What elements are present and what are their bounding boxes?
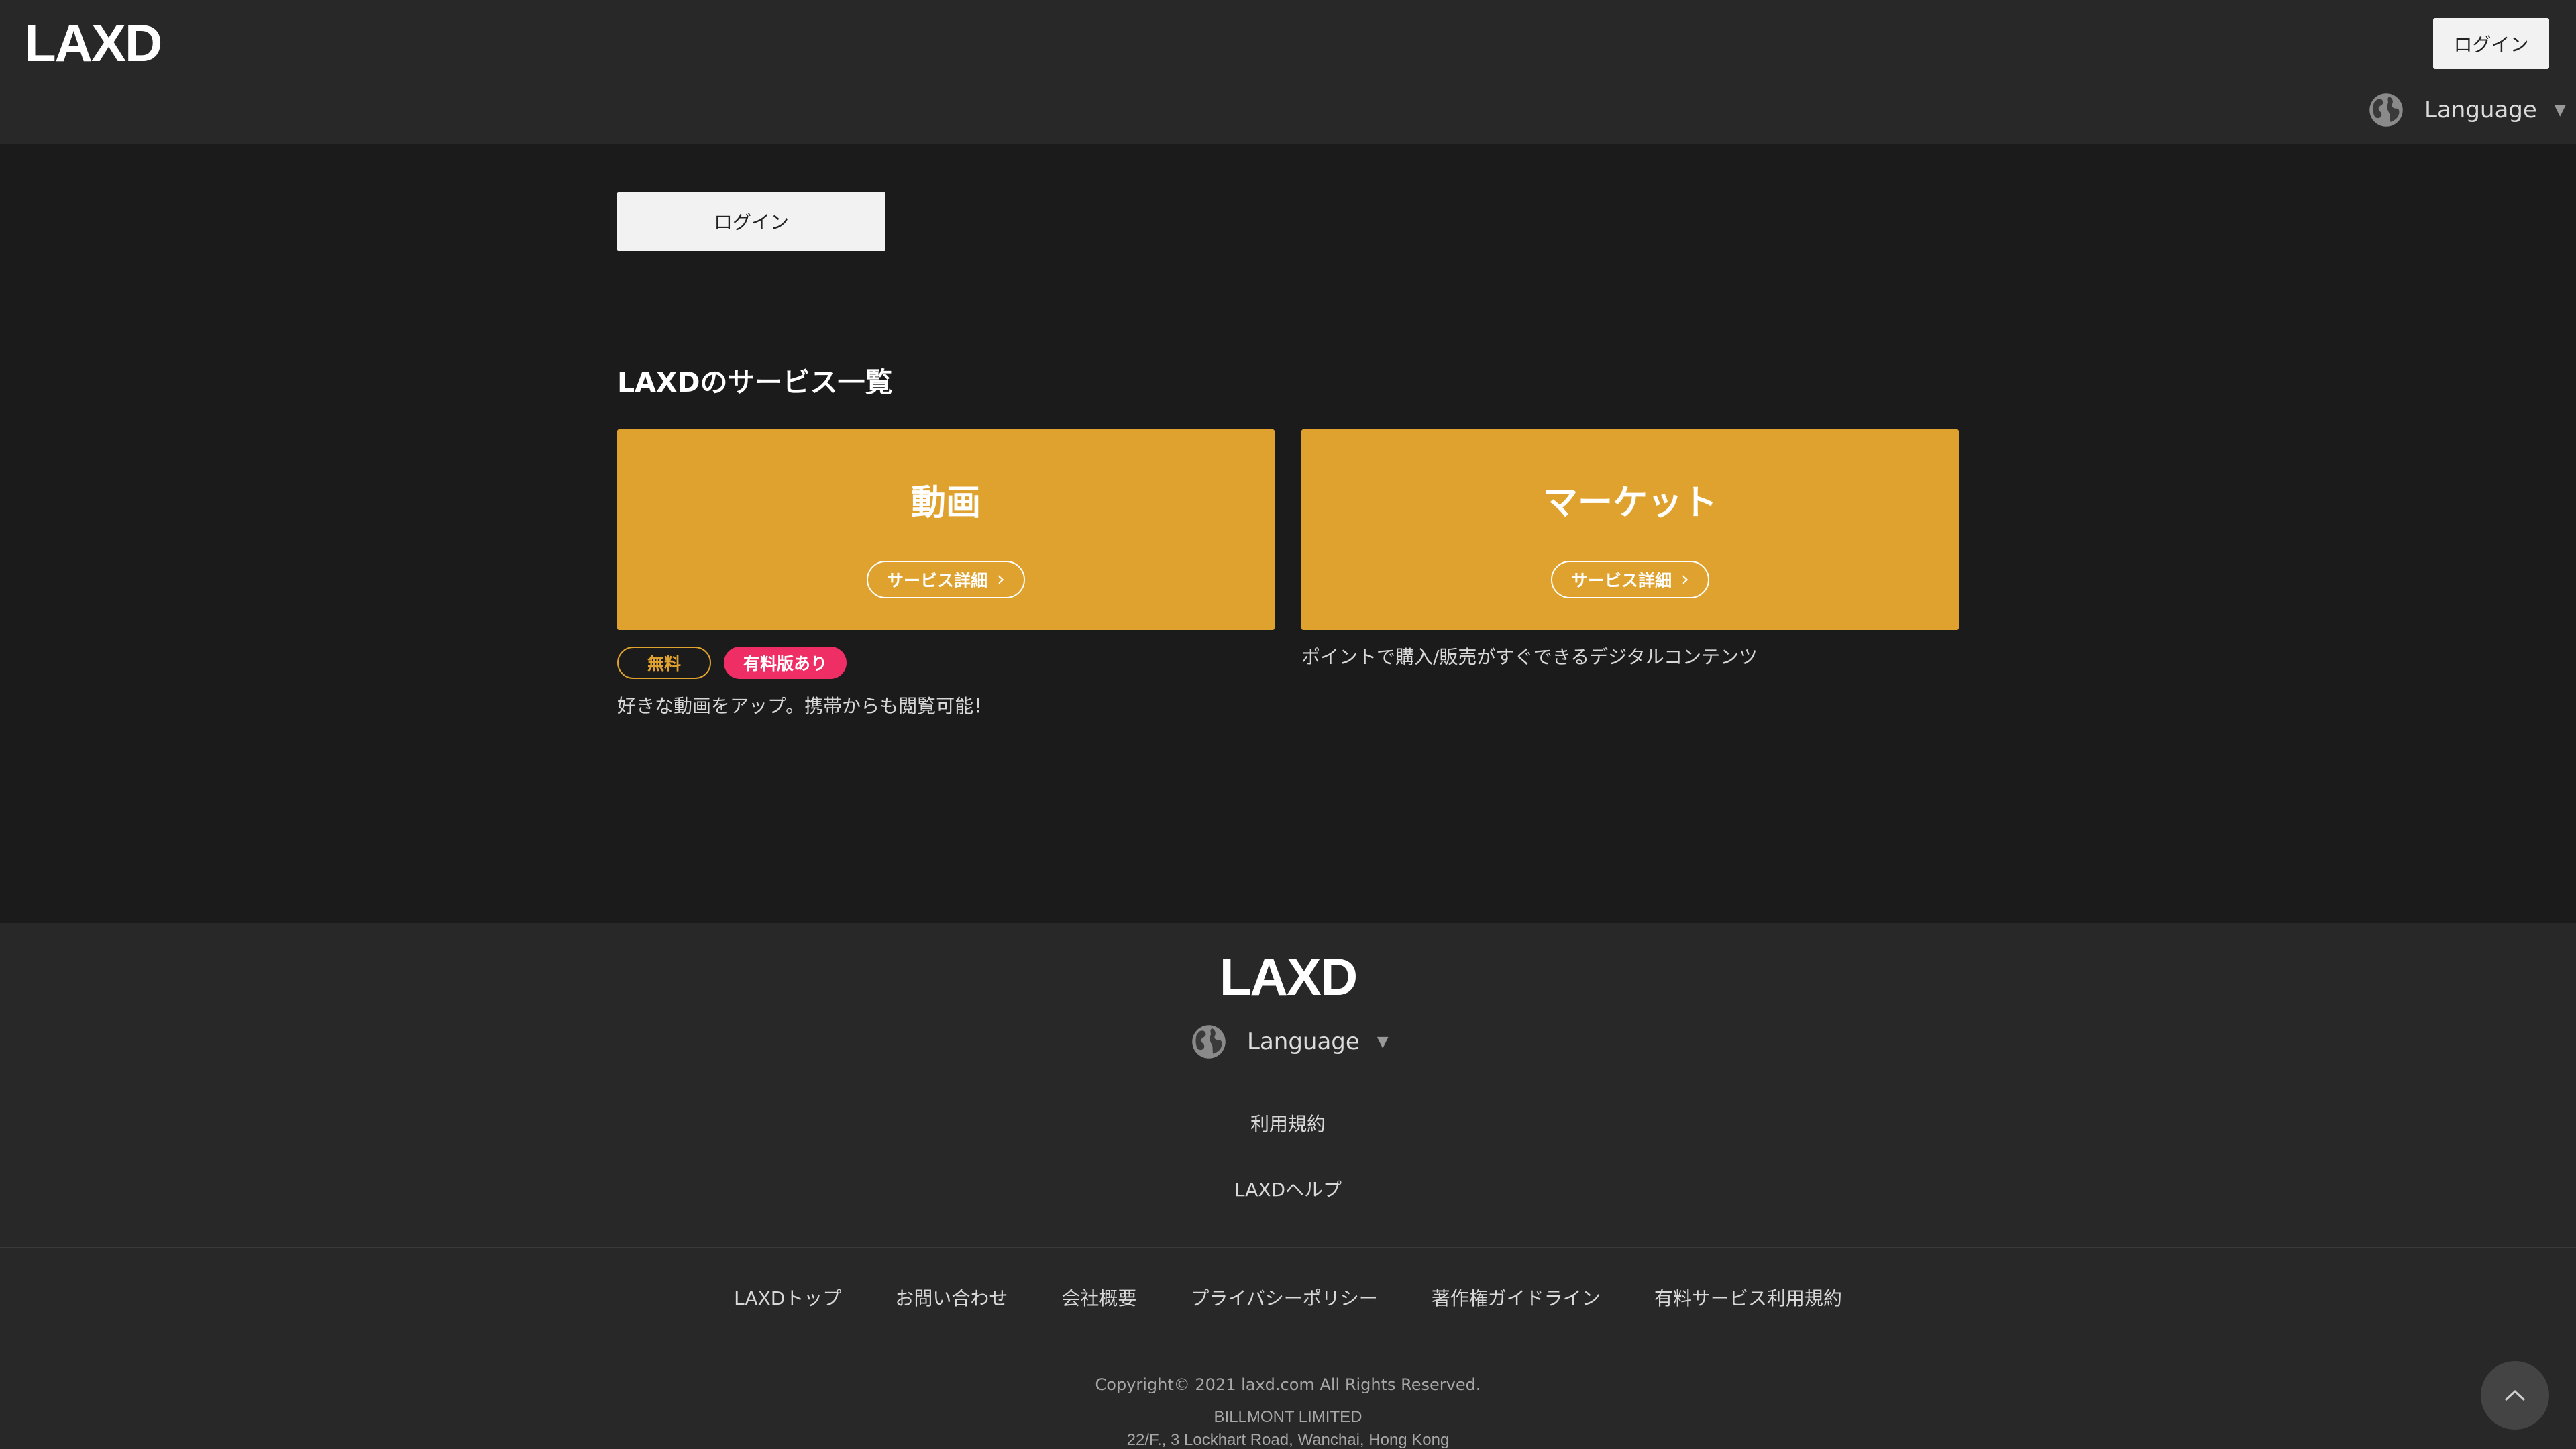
service-description-video: 好きな動画をアップ。携帯からも閲覧可能！ <box>617 695 993 717</box>
detail-label: サービス詳細 <box>886 571 987 590</box>
service-tags: 無料 有料版あり <box>617 647 847 679</box>
free-badge: 無料 <box>617 647 711 679</box>
service-title: マーケット <box>1542 483 1717 523</box>
services-section-title: LAXDのサービス一覧 <box>617 366 893 398</box>
footer-nav-copyright-guideline[interactable]: 著作権ガイドライン <box>1432 1285 1601 1312</box>
site-footer: LAXD Language ▼ 利用規約 LAXDヘルプ LAXDトップ お問い… <box>0 923 2576 1449</box>
detail-label: サービス詳細 <box>1570 571 1672 590</box>
footer-nav-top[interactable]: LAXDトップ <box>734 1285 841 1312</box>
service-card-market[interactable]: マーケット サービス詳細 › <box>1301 429 1959 630</box>
service-title: 動画 <box>910 483 981 523</box>
footer-logo[interactable]: LAXD <box>0 943 2576 1010</box>
chevron-up-icon <box>2504 1389 2526 1401</box>
footer-nav-privacy[interactable]: プライバシーポリシー <box>1190 1285 1377 1312</box>
paid-version-badge: 有料版あり <box>724 647 847 679</box>
footer-divider <box>0 1247 2576 1248</box>
language-label: Language <box>2424 97 2537 123</box>
caret-down-icon: ▼ <box>1377 1033 1389 1051</box>
globe-icon <box>2369 93 2403 127</box>
header-login-button[interactable]: ログイン <box>2433 18 2549 69</box>
caret-down-icon: ▼ <box>2554 101 2566 119</box>
header-language-selector[interactable]: Language ▼ <box>2368 92 2566 128</box>
service-card-video[interactable]: 動画 サービス詳細 › <box>617 429 1275 630</box>
footer-nav: LAXDトップ お問い合わせ 会社概要 プライバシーポリシー 著作権ガイドライン… <box>0 1285 2576 1312</box>
company-address: 22/F., 3 Lockhart Road, Wanchai, Hong Ko… <box>1126 1431 1450 1449</box>
globe-icon <box>1192 1025 1226 1059</box>
copyright-text: Copyright© 2021 laxd.com All Rights Rese… <box>1095 1375 1481 1394</box>
service-detail-button[interactable]: サービス詳細 › <box>1551 561 1709 598</box>
footer-nav-contact[interactable]: お問い合わせ <box>895 1285 1008 1312</box>
footer-nav-paid-terms[interactable]: 有料サービス利用規約 <box>1654 1285 1842 1312</box>
footer-nav-company[interactable]: 会社概要 <box>1061 1285 1136 1312</box>
company-name: BILLMONT LIMITED <box>1214 1408 1362 1426</box>
back-to-top-button[interactable] <box>2481 1361 2549 1430</box>
chevron-right-icon: › <box>1681 568 1689 591</box>
site-logo[interactable]: LAXD <box>24 9 162 76</box>
site-header: LAXD ログイン Language ▼ <box>0 0 2576 144</box>
service-detail-button[interactable]: サービス詳細 › <box>867 561 1025 598</box>
language-label: Language <box>1247 1028 1360 1055</box>
footer-link-terms[interactable]: 利用規約 <box>0 1110 2576 1136</box>
chevron-right-icon: › <box>997 568 1005 591</box>
main-login-button[interactable]: ログイン <box>617 192 885 251</box>
footer-link-help[interactable]: LAXDヘルプ <box>0 1175 2576 1202</box>
service-description-market: ポイントで購入/販売がすぐできるデジタルコンテンツ <box>1301 646 1758 668</box>
footer-language-selector[interactable]: Language ▼ <box>1191 1024 1389 1060</box>
